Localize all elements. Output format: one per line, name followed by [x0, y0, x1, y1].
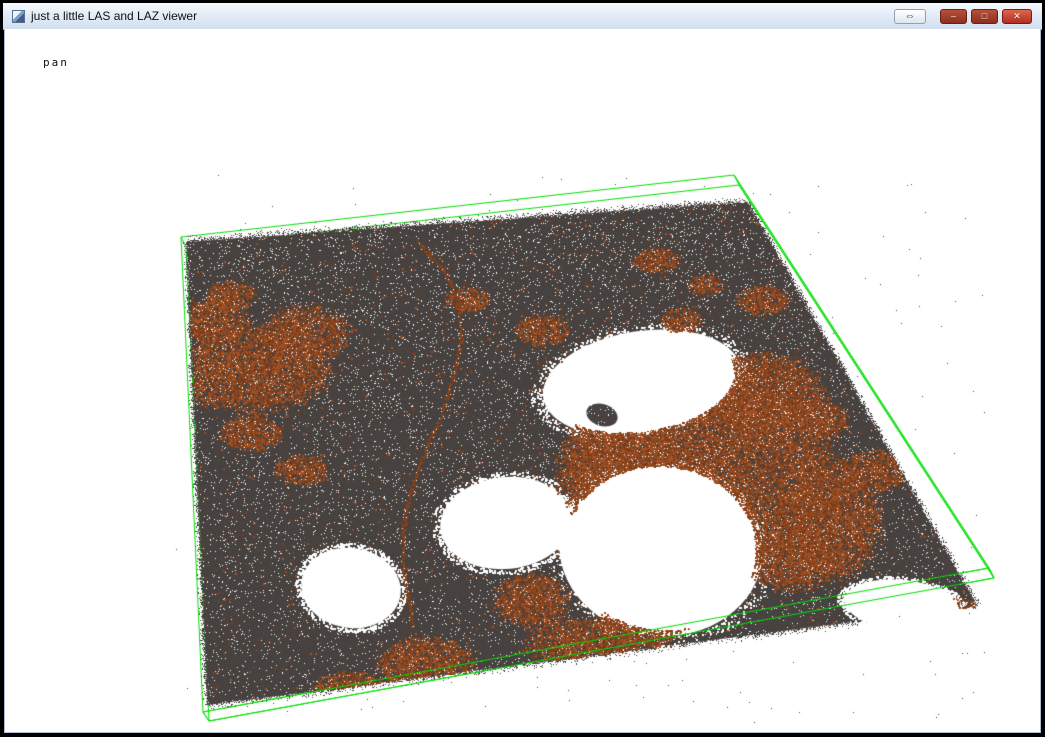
point-cloud-canvas[interactable] [5, 29, 1041, 733]
app-icon [12, 10, 25, 23]
minimize-button[interactable]: – [940, 9, 967, 24]
mode-label: pan [43, 56, 69, 69]
maximize-button[interactable]: □ [971, 9, 998, 24]
title-bar[interactable]: just a little LAS and LAZ viewer ⇔ – □ ✕ [3, 3, 1042, 30]
close-button[interactable]: ✕ [1002, 9, 1032, 24]
window-controls: ⇔ – □ ✕ [894, 9, 1032, 24]
viewer-client-area: pan [4, 29, 1041, 733]
window-title: just a little LAS and LAZ viewer [31, 9, 197, 23]
window-frame: just a little LAS and LAZ viewer ⇔ – □ ✕… [0, 0, 1045, 737]
resize-button[interactable]: ⇔ [894, 9, 926, 24]
